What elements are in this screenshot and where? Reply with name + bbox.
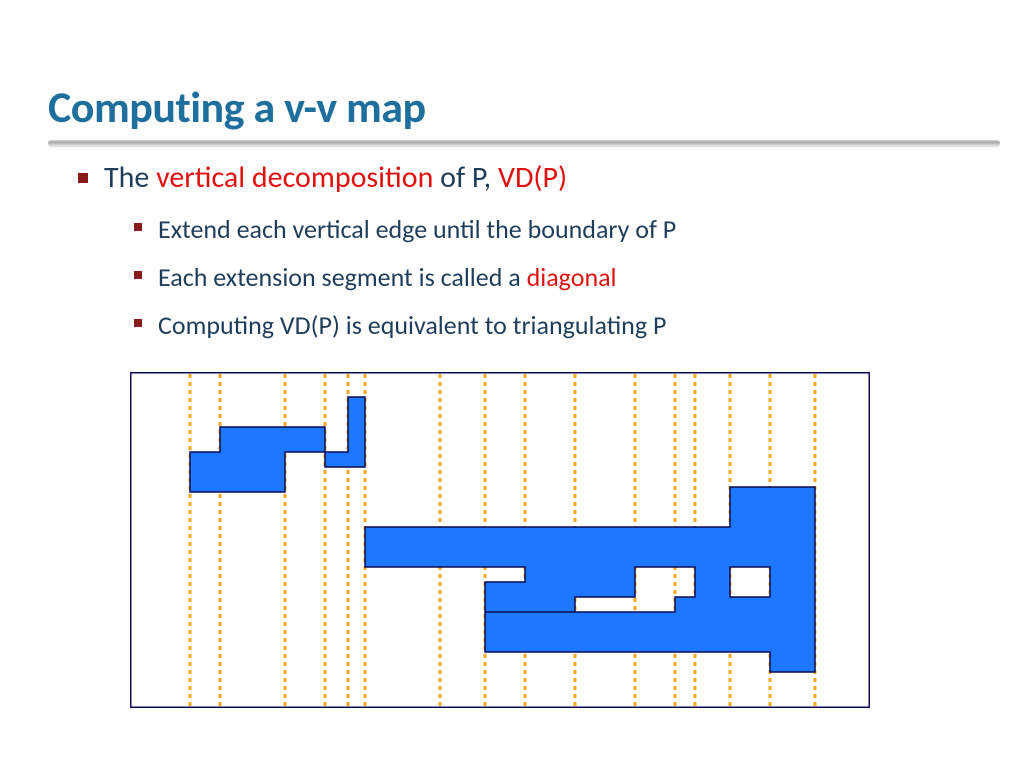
polygon-bottom: [365, 487, 815, 672]
vd-diagram: [130, 372, 870, 708]
bullet-text-red: diagonal: [527, 261, 617, 293]
bullet-lvl2: Computing VD(P) is equivalent to triangu…: [134, 305, 984, 345]
slide-body: The vertical decomposition of P, VD(P) E…: [78, 158, 984, 353]
bullet-lvl2: Each extension segment is called a diago…: [134, 257, 984, 297]
polygon-top: [190, 397, 365, 492]
figure-vertical-decomposition: [130, 372, 870, 708]
slide-title: Computing a v-v map: [48, 80, 426, 134]
bullet-text: The: [104, 159, 156, 196]
bullet-text-red: VD(P): [498, 159, 567, 196]
bullet-text-red: vertical decomposition: [156, 159, 433, 196]
bullet-lvl1: The vertical decomposition of P, VD(P) E…: [78, 158, 984, 345]
bullet-text: Computing VD(P) is equivalent to triangu…: [158, 309, 666, 341]
slide: Computing a v-v map The vertical decompo…: [0, 0, 1024, 768]
bullet-text: Extend each vertical edge until the boun…: [158, 213, 676, 245]
bullet-text: of P,: [433, 159, 498, 196]
title-underline: [48, 140, 1000, 146]
bullet-lvl2: Extend each vertical edge until the boun…: [134, 209, 984, 249]
bullet-text: Each extension segment is called a: [158, 261, 527, 293]
